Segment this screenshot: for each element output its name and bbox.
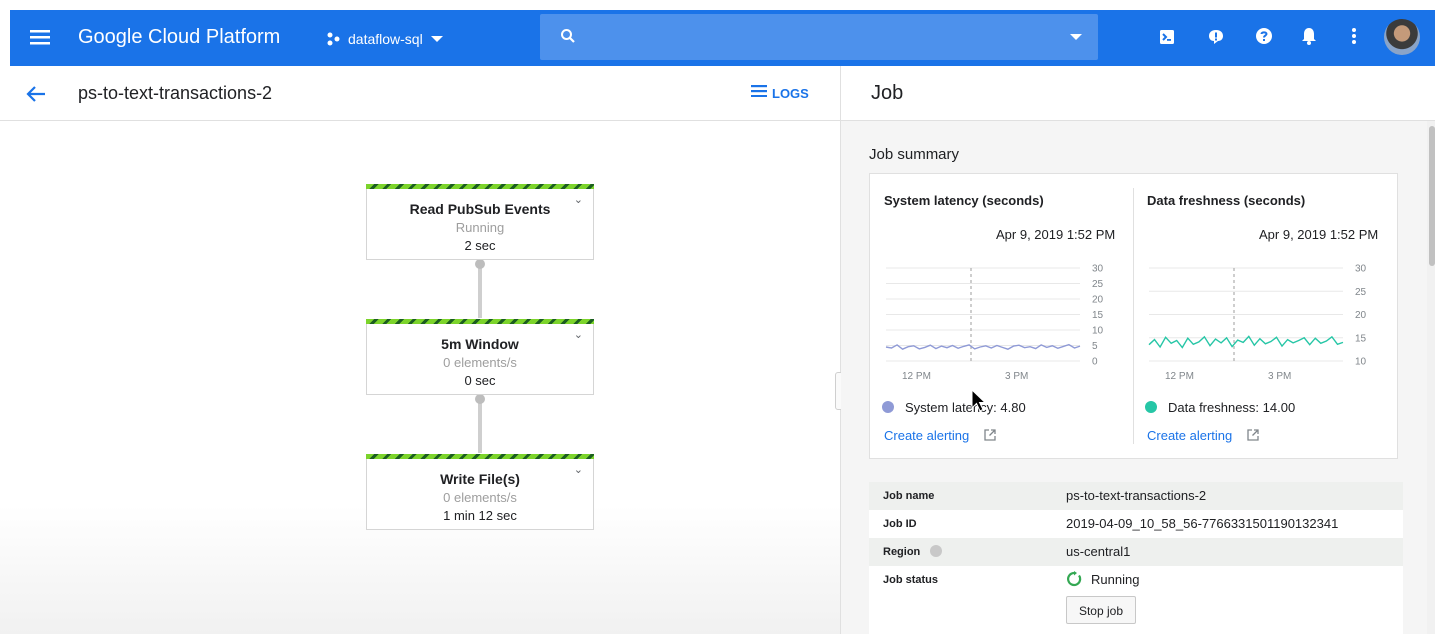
- node-status: Running: [455, 220, 505, 235]
- node-progress-stripe: [366, 319, 594, 324]
- chart-separator: [1133, 188, 1134, 444]
- search-bar[interactable]: [540, 14, 1098, 60]
- graph-node-5m-window[interactable]: 5m Window 0 elements/s 0 sec ⌄: [366, 319, 594, 395]
- y-tick-label: 25: [1092, 279, 1104, 290]
- y-tick-label: 10: [1355, 357, 1367, 368]
- job-info-row: Job name ps-to-text-transactions-2: [869, 482, 1403, 510]
- data-freshness-chart[interactable]: 30 25 20 15 10 12 PM 3 PM: [1143, 259, 1383, 384]
- job-header: ps-to-text-transactions-2 LOGS: [0, 66, 840, 121]
- y-tick-label: 15: [1355, 333, 1367, 344]
- logs-button[interactable]: LOGS: [751, 84, 809, 102]
- chevron-down-icon[interactable]: ⌄: [574, 328, 583, 341]
- graph-node-read-pubsub[interactable]: Read PubSub Events Running 2 sec ⌄: [366, 184, 594, 260]
- project-icon: [326, 32, 342, 46]
- x-tick-label: 12 PM: [902, 371, 931, 382]
- panel-title: Job: [871, 82, 904, 104]
- node-status: 0 elements/s: [443, 490, 517, 505]
- create-alerting-link[interactable]: Create alerting: [1147, 428, 1232, 443]
- node-progress-stripe: [366, 454, 594, 459]
- node-title: 5m Window: [441, 336, 519, 352]
- job-graph: Read PubSub Events Running 2 sec ⌄ 5m Wi…: [0, 121, 840, 634]
- node-duration: 1 min 12 sec: [443, 508, 517, 523]
- search-dropdown-icon[interactable]: [1070, 34, 1082, 40]
- job-info-row: Job status Running Stop job: [869, 566, 1403, 634]
- y-tick-label: 15: [1092, 310, 1104, 321]
- legend-swatch: [1145, 401, 1157, 413]
- more-vert-icon[interactable]: [1350, 27, 1358, 45]
- chevron-down-icon[interactable]: ⌄: [574, 193, 583, 206]
- info-value: ps-to-text-transactions-2: [1066, 488, 1207, 503]
- external-link-icon[interactable]: [1247, 428, 1259, 446]
- avatar[interactable]: [1384, 19, 1420, 55]
- logs-icon: [751, 84, 767, 102]
- x-tick-label: 3 PM: [1005, 371, 1028, 382]
- chart-title: System latency (seconds): [884, 193, 1044, 208]
- node-title: Write File(s): [440, 471, 520, 487]
- scrollbar-thumb[interactable]: [1429, 126, 1435, 266]
- info-key: Job ID: [883, 518, 917, 530]
- notifications-icon[interactable]: [1301, 27, 1317, 45]
- node-progress-stripe: [366, 184, 594, 189]
- node-title: Read PubSub Events: [409, 201, 551, 217]
- job-title: ps-to-text-transactions-2: [78, 83, 273, 103]
- job-summary-title: Job summary: [869, 146, 960, 163]
- info-key: Region: [883, 546, 921, 558]
- brand-title[interactable]: Google Cloud Platform: [78, 26, 280, 49]
- info-value: 2019-04-09_10_58_56-7766331501190132341: [1066, 516, 1339, 531]
- info-key: Job name: [883, 490, 935, 502]
- y-tick-label: 25: [1355, 287, 1367, 298]
- chart-title: Data freshness (seconds): [1147, 193, 1306, 208]
- info-value: us-central1: [1066, 544, 1131, 559]
- search-icon: [560, 28, 576, 49]
- running-status-icon: [1066, 571, 1082, 592]
- graph-edge: [478, 399, 482, 453]
- node-duration: 2 sec: [464, 238, 496, 253]
- y-tick-label: 5: [1092, 341, 1098, 352]
- mouse-cursor-icon: [971, 388, 987, 418]
- dropdown-icon: [430, 36, 443, 42]
- edge-port: [475, 394, 485, 404]
- job-status-value: Running: [1091, 572, 1140, 587]
- graph-node-write-files[interactable]: Write File(s) 0 elements/s 1 min 12 sec …: [366, 454, 594, 530]
- legend-label: Data freshness: 14.00: [1168, 400, 1296, 415]
- feedback-icon[interactable]: [1206, 27, 1226, 47]
- chart-timestamp: Apr 9, 2019 1:52 PM: [996, 227, 1116, 242]
- create-alerting-link[interactable]: Create alerting: [884, 428, 969, 443]
- legend-swatch: [882, 401, 894, 413]
- logs-label: LOGS: [772, 85, 809, 101]
- job-info-row: Job ID 2019-04-09_10_58_56-7766331501190…: [869, 510, 1403, 538]
- node-status: 0 elements/s: [443, 355, 517, 370]
- help-icon[interactable]: [1255, 27, 1273, 45]
- stop-job-button[interactable]: Stop job: [1066, 596, 1136, 624]
- x-tick-label: 3 PM: [1268, 371, 1291, 382]
- system-latency-chart[interactable]: 30 25 20 15 10 5 0 12 PM 3 PM: [880, 259, 1120, 384]
- chart-timestamp: Apr 9, 2019 1:52 PM: [1259, 227, 1379, 242]
- legend-label: System latency: 4.80: [905, 400, 1026, 415]
- info-key: Job status: [883, 574, 939, 586]
- chevron-down-icon[interactable]: ⌄: [574, 463, 583, 476]
- help-icon[interactable]: [930, 545, 942, 557]
- edge-port: [475, 259, 485, 269]
- y-tick-label: 30: [1092, 264, 1104, 275]
- external-link-icon[interactable]: [984, 428, 996, 446]
- node-duration: 0 sec: [464, 373, 496, 388]
- y-tick-label: 30: [1355, 264, 1367, 275]
- y-tick-label: 0: [1092, 357, 1098, 368]
- y-tick-label: 10: [1092, 326, 1104, 337]
- graph-edge: [478, 264, 482, 318]
- x-tick-label: 12 PM: [1165, 371, 1194, 382]
- side-panel-header: Job: [841, 66, 1435, 121]
- back-arrow-icon[interactable]: [26, 85, 46, 108]
- project-selector[interactable]: dataflow-sql: [326, 28, 443, 50]
- y-tick-label: 20: [1355, 310, 1367, 321]
- menu-icon[interactable]: [30, 28, 50, 46]
- project-name: dataflow-sql: [348, 31, 423, 47]
- y-tick-label: 20: [1092, 295, 1104, 306]
- job-info-row: Region us-central1: [869, 538, 1403, 566]
- metrics-card: System latency (seconds) Apr 9, 2019 1:5…: [869, 173, 1398, 459]
- cloud-shell-icon[interactable]: [1158, 28, 1176, 46]
